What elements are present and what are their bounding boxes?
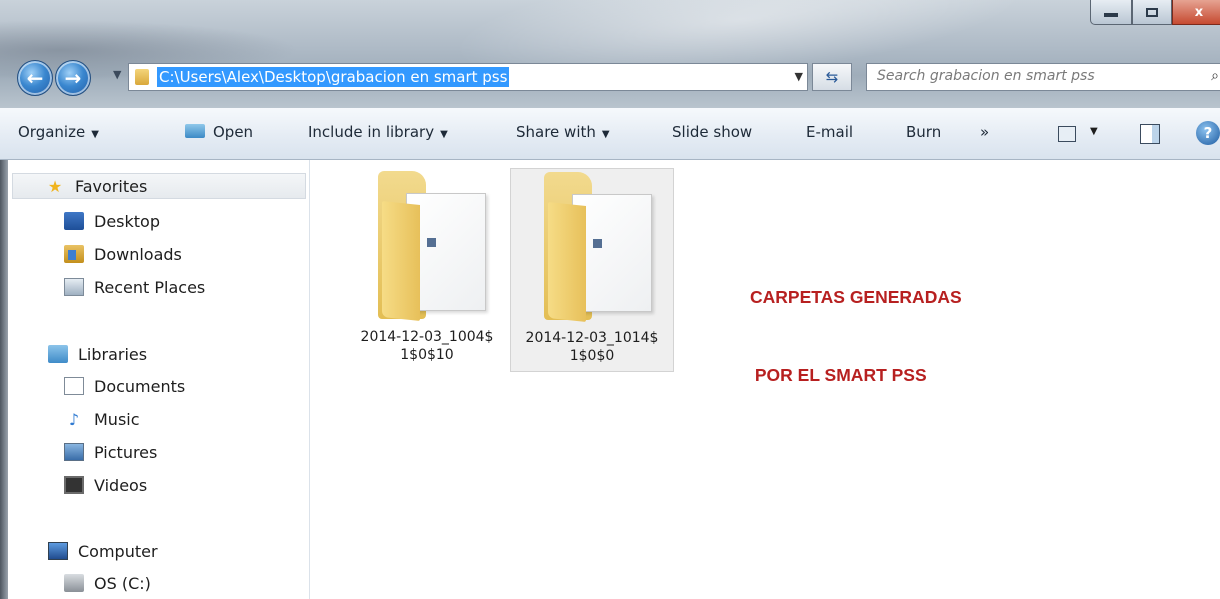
music-icon: ♪ [68, 409, 80, 429]
refresh-icon: ⇆ [825, 68, 839, 86]
share-with-label: Share with [516, 123, 596, 141]
chevron-down-icon[interactable]: ▼ [1090, 126, 1098, 137]
close-icon: x [1194, 4, 1204, 20]
organize-label: Organize [18, 123, 86, 141]
open-label: Open [213, 123, 254, 141]
folder-icon [378, 171, 488, 321]
documents-icon [64, 377, 84, 395]
glass-highlight [425, 0, 1055, 108]
window-controls: x [1090, 0, 1220, 25]
folder-name: 2014-12-03_1004$ 1$0$10 [345, 328, 509, 364]
sidebar-item-favorites[interactable]: ★ Favorites [12, 173, 306, 199]
chevron-down-icon: ▼ [440, 129, 448, 140]
sidebar-item-label: Computer [78, 541, 158, 561]
search-input[interactable]: Search grabacion en smart pss ⌕ [866, 63, 1220, 91]
sidebar-item-label: Videos [94, 475, 148, 495]
annotation-line: CARPETAS GENERADAS [750, 287, 962, 307]
include-in-library-label: Include in library [308, 123, 435, 141]
more-commands-button[interactable]: » [980, 123, 989, 141]
folder-name-line: 1$0$10 [400, 347, 454, 363]
folder-icon [135, 69, 149, 85]
maximize-icon [1146, 7, 1158, 17]
libraries-icon [48, 345, 68, 363]
close-button[interactable]: x [1172, 0, 1220, 25]
burn-label: Burn [906, 123, 942, 141]
folder-name-line: 2014-12-03_1014$ [525, 330, 659, 346]
address-bar[interactable]: C:\Users\Alex\Desktop\grabacion en smart… [128, 63, 808, 91]
sidebar-item-os-drive[interactable]: OS (C:) [64, 570, 151, 596]
help-icon[interactable]: ? [1196, 121, 1220, 145]
sidebar-item-label: Favorites [75, 176, 148, 196]
email-button[interactable]: E-mail [806, 123, 853, 141]
folder-name-line: 1$0$0 [569, 348, 615, 364]
search-placeholder: Search grabacion en smart pss [877, 68, 1095, 84]
command-bar: Organize ▼ Open Include in library ▼ Share… [0, 108, 1220, 160]
burn-button[interactable]: Burn [906, 123, 941, 141]
folder-name: 2014-12-03_1014$ 1$0$0 [511, 329, 673, 365]
folder-name-line: 2014-12-03_1004$ [360, 329, 494, 345]
recent-places-icon [64, 278, 84, 296]
slide-show-label: Slide show [672, 123, 753, 141]
title-bar: x ← → ▼ C:\Users\Alex\Desktop\grabacion … [0, 0, 1220, 108]
search-icon[interactable]: ⌕ [1211, 68, 1219, 84]
maximize-button[interactable] [1132, 0, 1172, 25]
sidebar-item-libraries[interactable]: Libraries [48, 341, 147, 367]
navigation-pane: ★ Favorites Desktop Downloads Recent Plac… [0, 160, 310, 599]
more-label: » [980, 123, 990, 141]
file-list: 2014-12-03_1004$ 1$0$10 2014-12-03_1014$… [310, 160, 1220, 599]
minimize-icon [1104, 13, 1118, 17]
minimize-button[interactable] [1090, 0, 1132, 25]
sidebar-item-label: Recent Places [94, 277, 206, 297]
star-icon: ★ [47, 176, 63, 196]
folder-item[interactable]: 2014-12-03_1004$ 1$0$10 [345, 168, 509, 372]
sidebar-item-label: Pictures [94, 442, 158, 462]
folder-icon [544, 172, 654, 322]
sidebar-item-pictures[interactable]: Pictures [64, 439, 157, 465]
help-label: ? [1203, 124, 1213, 142]
sidebar-item-label: Libraries [78, 344, 148, 364]
folder-item[interactable]: 2014-12-03_1014$ 1$0$0 [510, 168, 674, 372]
drive-icon [64, 574, 84, 592]
recent-pages-dropdown[interactable]: ▼ [113, 68, 121, 81]
computer-icon [48, 542, 68, 560]
arrow-right-icon: → [64, 66, 82, 90]
downloads-icon [64, 245, 84, 263]
open-icon [185, 124, 205, 138]
sidebar-item-music[interactable]: ♪ Music [64, 406, 140, 432]
back-button[interactable]: ← [17, 60, 53, 96]
sidebar-item-label: Desktop [94, 211, 160, 231]
open-button[interactable]: Open [185, 123, 253, 141]
chevron-down-icon[interactable]: ▼ [795, 70, 803, 83]
refresh-button[interactable]: ⇆ [812, 63, 852, 91]
sidebar-item-videos[interactable]: Videos [64, 472, 147, 498]
address-path[interactable]: C:\Users\Alex\Desktop\grabacion en smart… [157, 67, 510, 87]
preview-pane-icon[interactable] [1140, 124, 1160, 144]
forward-button[interactable]: → [55, 60, 91, 96]
arrow-left-icon: ← [26, 66, 44, 90]
annotation-line: POR EL SMART PSS [750, 365, 927, 385]
slide-show-button[interactable]: Slide show [672, 123, 752, 141]
organize-button[interactable]: Organize ▼ [18, 123, 99, 141]
share-with-button[interactable]: Share with ▼ [516, 123, 610, 141]
email-label: E-mail [806, 123, 854, 141]
sidebar-item-downloads[interactable]: Downloads [64, 241, 182, 267]
sidebar-item-label: OS (C:) [94, 573, 151, 593]
include-in-library-button[interactable]: Include in library ▼ [308, 123, 448, 141]
sidebar-item-desktop[interactable]: Desktop [64, 208, 160, 234]
view-options-icon[interactable] [1058, 126, 1076, 142]
sidebar-item-label: Music [94, 409, 140, 429]
sidebar-item-label: Documents [94, 376, 186, 396]
sidebar-item-computer[interactable]: Computer [48, 538, 158, 564]
sidebar-item-recent-places[interactable]: Recent Places [64, 274, 205, 300]
sidebar-item-label: Downloads [94, 244, 182, 264]
chevron-down-icon: ▼ [601, 129, 610, 140]
desktop-icon [64, 212, 84, 230]
annotation-text: CARPETAS GENERADAS POR EL SMART PSS [750, 232, 962, 440]
videos-icon [64, 476, 84, 494]
pictures-icon [64, 443, 84, 461]
chevron-down-icon: ▼ [91, 129, 99, 140]
sidebar-item-documents[interactable]: Documents [64, 373, 185, 399]
